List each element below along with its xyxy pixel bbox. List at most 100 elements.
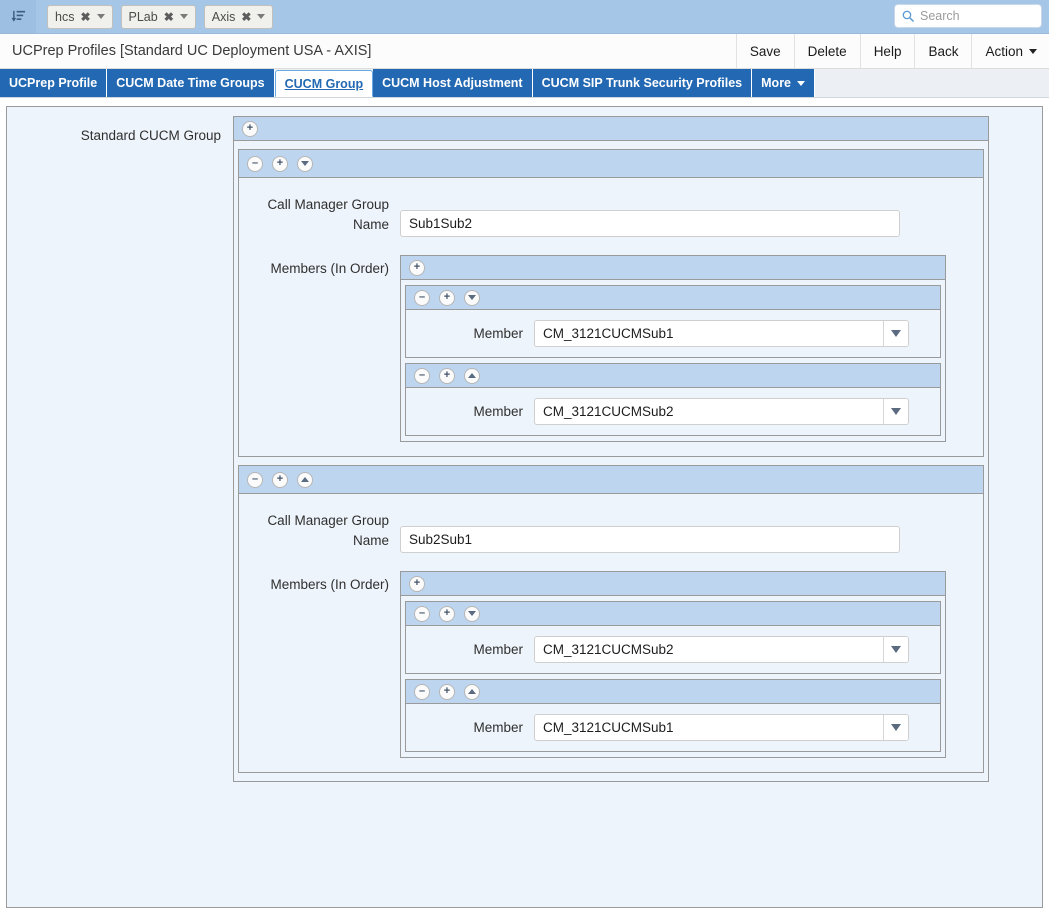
remove-member-button[interactable]: – bbox=[414, 684, 430, 700]
member-select[interactable]: CM_3121CUCMSub2 bbox=[534, 636, 909, 663]
tab-cucm-sip-trunk-security-profiles[interactable]: CUCM SIP Trunk Security Profiles bbox=[533, 69, 753, 97]
context-tag-axis[interactable]: Axis ✖ bbox=[204, 5, 274, 29]
add-group-button[interactable]: + bbox=[272, 472, 288, 488]
members-repeater: + – + bbox=[400, 571, 946, 758]
title-row: UCPrep Profiles [Standard UC Deployment … bbox=[0, 34, 1049, 69]
cm-group-name-label: Call Manager Group Name bbox=[239, 508, 400, 551]
member-item: – + Member CM_3121CUCMSub1 bbox=[405, 285, 941, 358]
member-item-body: Member CM_3121CUCMSub1 bbox=[406, 310, 940, 357]
save-button[interactable]: Save bbox=[736, 34, 794, 68]
action-menu-label: Action bbox=[985, 44, 1023, 59]
chevron-down-icon[interactable] bbox=[257, 14, 265, 19]
standard-cucm-group-label: Standard CUCM Group bbox=[7, 116, 233, 143]
form-content: Standard CUCM Group + – + bbox=[6, 106, 1043, 908]
cm-group-name-label-line2: Name bbox=[239, 215, 389, 235]
chevron-down-icon[interactable] bbox=[180, 14, 188, 19]
cm-group-name-label: Call Manager Group Name bbox=[239, 192, 400, 235]
chevron-down-icon[interactable] bbox=[883, 399, 908, 424]
search-input[interactable]: Search bbox=[920, 9, 960, 23]
member-select-value: CM_3121CUCMSub1 bbox=[535, 321, 883, 346]
delete-button-label: Delete bbox=[808, 44, 847, 59]
member-label: Member bbox=[406, 326, 534, 341]
sort-list-icon[interactable] bbox=[0, 0, 36, 33]
tab-cucm-date-time-groups[interactable]: CUCM Date Time Groups bbox=[107, 69, 274, 97]
member-list: – + Member CM_3121CUCMSub1 bbox=[401, 280, 945, 441]
remove-group-button[interactable]: – bbox=[247, 156, 263, 172]
tab-label: More bbox=[761, 76, 791, 90]
add-member-button[interactable]: + bbox=[409, 260, 425, 276]
help-button[interactable]: Help bbox=[860, 34, 915, 68]
context-tag-label: PLab bbox=[129, 10, 158, 24]
add-group-button[interactable]: + bbox=[242, 121, 258, 137]
move-group-down-button[interactable] bbox=[297, 156, 313, 172]
move-member-down-button[interactable] bbox=[464, 290, 480, 306]
group-item-body: Call Manager Group Name Sub2Sub1 Members… bbox=[239, 494, 983, 772]
close-icon[interactable]: ✖ bbox=[164, 11, 174, 23]
members-row: Members (In Order) + – bbox=[239, 255, 983, 442]
chevron-down-icon[interactable] bbox=[883, 321, 908, 346]
group-item-body: Call Manager Group Name Sub1Sub2 Members… bbox=[239, 178, 983, 456]
chevron-down-icon[interactable] bbox=[883, 637, 908, 662]
remove-member-button[interactable]: – bbox=[414, 290, 430, 306]
add-member-button[interactable]: + bbox=[439, 290, 455, 306]
remove-member-button[interactable]: – bbox=[414, 606, 430, 622]
member-item: – + Member CM_3121CUCMSub1 bbox=[405, 679, 941, 752]
search-box[interactable]: Search bbox=[894, 4, 1042, 28]
remove-group-button[interactable]: – bbox=[247, 472, 263, 488]
member-select-value: CM_3121CUCMSub1 bbox=[535, 715, 883, 740]
move-member-down-button[interactable] bbox=[464, 606, 480, 622]
member-item-toolbar: – + bbox=[406, 364, 940, 388]
group-item-toolbar: – + bbox=[239, 150, 983, 178]
add-member-button[interactable]: + bbox=[439, 684, 455, 700]
cm-group-name-label-line1: Call Manager Group bbox=[239, 511, 389, 531]
move-member-up-button[interactable] bbox=[464, 684, 480, 700]
action-menu-button[interactable]: Action bbox=[971, 34, 1049, 68]
add-member-button[interactable]: + bbox=[439, 606, 455, 622]
cucm-group-repeater: + – + Call Manager Group bbox=[233, 116, 989, 782]
add-group-button[interactable]: + bbox=[272, 156, 288, 172]
member-select[interactable]: CM_3121CUCMSub1 bbox=[534, 714, 909, 741]
tab-cucm-host-adjustment[interactable]: CUCM Host Adjustment bbox=[373, 69, 533, 97]
members-repeater: + – + bbox=[400, 255, 946, 442]
cm-group-name-row: Call Manager Group Name Sub2Sub1 bbox=[239, 508, 983, 553]
close-icon[interactable]: ✖ bbox=[80, 11, 90, 23]
move-member-up-button[interactable] bbox=[464, 368, 480, 384]
cm-group-name-label-line2: Name bbox=[239, 531, 389, 551]
context-tag-label: Axis bbox=[212, 10, 236, 24]
member-select[interactable]: CM_3121CUCMSub1 bbox=[534, 320, 909, 347]
cm-group-name-input[interactable]: Sub1Sub2 bbox=[400, 210, 900, 237]
tab-bar: UCPrep Profile CUCM Date Time Groups CUC… bbox=[0, 69, 1049, 98]
cm-group-name-value: Sub2Sub1 bbox=[409, 532, 472, 547]
remove-member-button[interactable]: – bbox=[414, 368, 430, 384]
member-label: Member bbox=[406, 720, 534, 735]
tab-ucprep-profile[interactable]: UCPrep Profile bbox=[0, 69, 107, 97]
tab-label: CUCM Host Adjustment bbox=[382, 76, 523, 90]
cm-group-name-input[interactable]: Sub2Sub1 bbox=[400, 526, 900, 553]
back-button[interactable]: Back bbox=[914, 34, 971, 68]
delete-button[interactable]: Delete bbox=[794, 34, 860, 68]
group-item: – + Call Manager Group Name Sub2Sub1 bbox=[238, 465, 984, 773]
search-icon bbox=[902, 10, 914, 22]
group-item-wrap: – + Call Manager Group Name Sub2Sub1 bbox=[234, 465, 988, 781]
back-button-label: Back bbox=[928, 44, 958, 59]
top-bar: hcs ✖ PLab ✖ Axis ✖ Search bbox=[0, 0, 1049, 34]
add-member-button[interactable]: + bbox=[409, 576, 425, 592]
members-row: Members (In Order) + – + bbox=[239, 571, 983, 758]
tab-more[interactable]: More bbox=[752, 69, 815, 97]
help-button-label: Help bbox=[874, 44, 902, 59]
context-tag-hcs[interactable]: hcs ✖ bbox=[47, 5, 113, 29]
save-button-label: Save bbox=[750, 44, 781, 59]
add-member-button[interactable]: + bbox=[439, 368, 455, 384]
chevron-down-icon[interactable] bbox=[883, 715, 908, 740]
member-label: Member bbox=[406, 642, 534, 657]
tab-label: CUCM Group bbox=[285, 77, 363, 91]
chevron-down-icon[interactable] bbox=[97, 14, 105, 19]
tab-cucm-group[interactable]: CUCM Group bbox=[275, 70, 373, 97]
tab-label: CUCM Date Time Groups bbox=[116, 76, 264, 90]
member-select-value: CM_3121CUCMSub2 bbox=[535, 637, 883, 662]
context-tag-plab[interactable]: PLab ✖ bbox=[121, 5, 196, 29]
close-icon[interactable]: ✖ bbox=[241, 11, 251, 23]
member-select[interactable]: CM_3121CUCMSub2 bbox=[534, 398, 909, 425]
cm-group-name-label-line1: Call Manager Group bbox=[239, 195, 389, 215]
move-group-up-button[interactable] bbox=[297, 472, 313, 488]
